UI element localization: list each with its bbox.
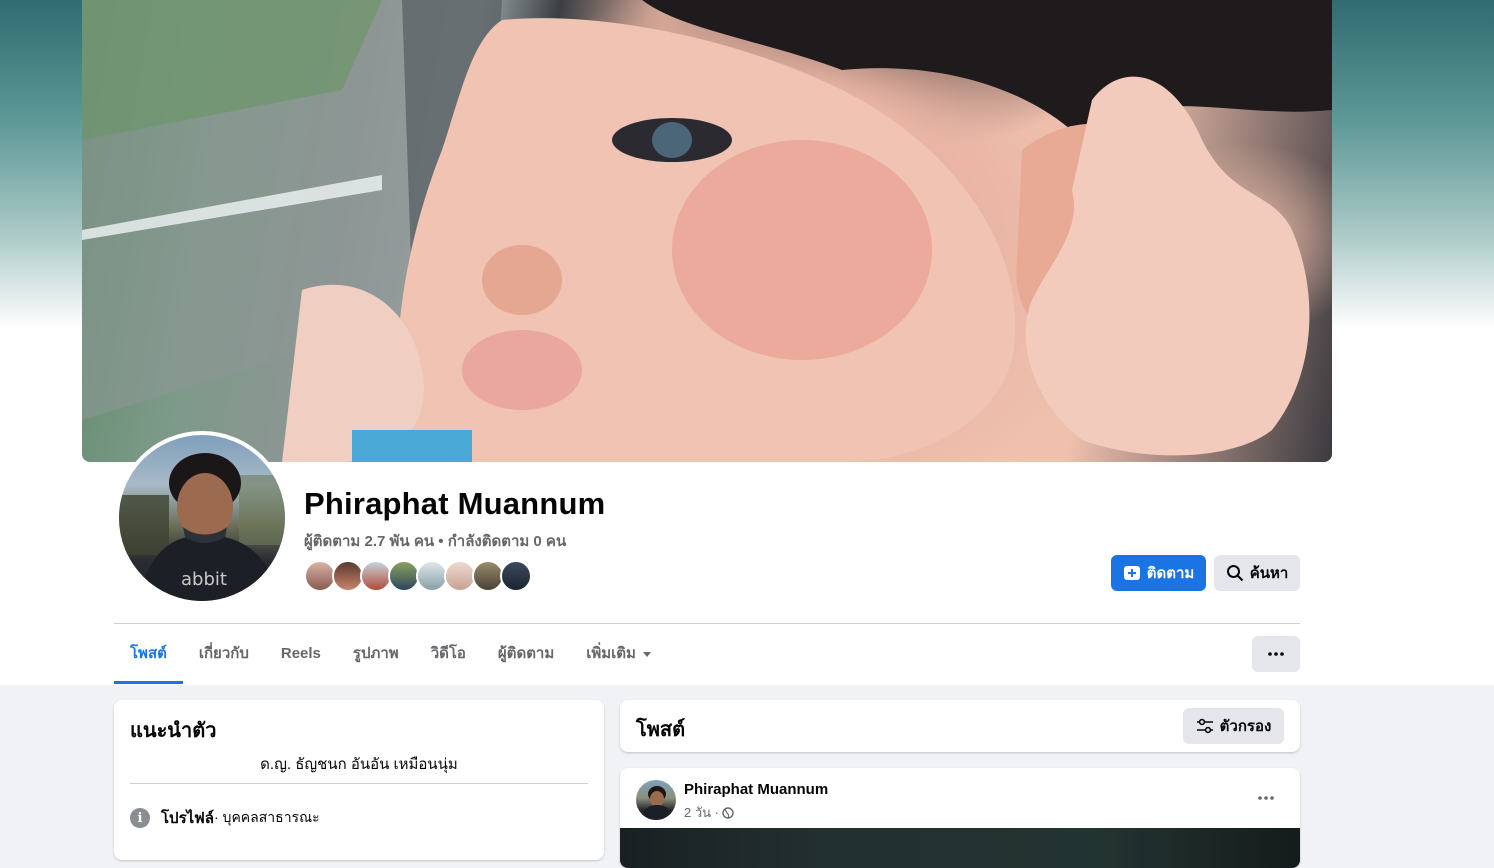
profile-name: Phiraphat Muannum	[304, 486, 606, 521]
filter-button-label: ตัวกรอง	[1219, 718, 1272, 735]
profile-category-row: i โปรไฟล์ · บุคคลสาธารณะ	[130, 806, 320, 830]
profile-tabs: โพสต์ เกี่ยวกับ Reels รูปภาพ วิดีโอ ผู้ต…	[114, 636, 668, 684]
search-button-label: ค้นหา	[1249, 565, 1289, 582]
posts-header-card: โพสต์ ตัวกรอง	[620, 700, 1300, 752]
follow-plus-icon	[1123, 566, 1140, 580]
intro-divider	[130, 783, 588, 784]
tab-reels[interactable]: Reels	[265, 636, 337, 684]
post-card: Phiraphat Muannum 2 วัน ·	[620, 768, 1300, 868]
tab-about[interactable]: เกี่ยวกับ	[183, 636, 265, 684]
tab-label: ผู้ติดตาม	[497, 645, 555, 662]
filter-icon	[1196, 718, 1213, 734]
tab-label: Reels	[280, 645, 321, 662]
profile-type: · บุคคลสาธารณะ	[214, 809, 320, 825]
follow-stats[interactable]: ผู้ติดตาม 2.7 พัน คน • กำลังติดตาม 0 คน	[304, 529, 566, 553]
tab-videos[interactable]: วิดีโอ	[415, 636, 482, 684]
dropdown-arrow-icon	[642, 652, 651, 657]
header-divider	[114, 623, 1300, 624]
cover-photo[interactable]	[82, 0, 1332, 462]
post-meta: 2 วัน ·	[684, 802, 734, 823]
info-icon: i	[130, 808, 150, 828]
intro-title: แนะนำตัว	[130, 720, 217, 742]
follower-avatar[interactable]	[500, 560, 532, 592]
globe-icon	[722, 806, 734, 819]
posts-title: โพสต์	[636, 719, 686, 741]
tab-label: เกี่ยวกับ	[198, 645, 249, 662]
search-icon	[1226, 565, 1243, 582]
profile-avatar[interactable]: abbit	[119, 435, 285, 601]
profile-more-button[interactable]	[1252, 636, 1300, 672]
tab-posts[interactable]: โพสต์	[114, 636, 183, 684]
filter-button[interactable]: ตัวกรอง	[1183, 708, 1284, 744]
tab-label: รูปภาพ	[352, 645, 399, 662]
intro-card: แนะนำตัว ด.ญ. ธัญชนก อันอัน เหมือนนุ่ม i…	[114, 700, 604, 860]
tab-label: วิดีโอ	[430, 645, 466, 662]
cover-photo-art	[82, 0, 1332, 462]
post-author-name[interactable]: Phiraphat Muannum	[684, 781, 828, 798]
follow-button[interactable]: ติดตาม	[1111, 555, 1206, 591]
post-avatar-art	[640, 786, 674, 820]
post-author-avatar[interactable]	[636, 780, 676, 820]
post-time[interactable]: 2 วัน ·	[684, 802, 719, 823]
post-options-button[interactable]	[1250, 784, 1282, 812]
svg-text:abbit: abbit	[181, 569, 227, 590]
search-button[interactable]: ค้นหา	[1214, 555, 1300, 591]
more-dots-icon	[1268, 652, 1284, 656]
avatar-art: abbit	[119, 453, 285, 601]
post-media[interactable]	[620, 828, 1300, 868]
tab-more[interactable]: เพิ่มเติม	[570, 636, 668, 684]
more-dots-icon	[1258, 796, 1274, 800]
intro-bio: ด.ญ. ธัญชนก อันอัน เหมือนนุ่ม	[260, 756, 458, 773]
tab-followers[interactable]: ผู้ติดตาม	[482, 636, 570, 684]
tab-label: เพิ่มเติม	[586, 645, 636, 662]
tab-photos[interactable]: รูปภาพ	[337, 636, 415, 684]
profile-label: โปรไฟล์	[161, 810, 214, 827]
tab-label: โพสต์	[130, 645, 167, 662]
follow-button-label: ติดตาม	[1146, 565, 1195, 582]
